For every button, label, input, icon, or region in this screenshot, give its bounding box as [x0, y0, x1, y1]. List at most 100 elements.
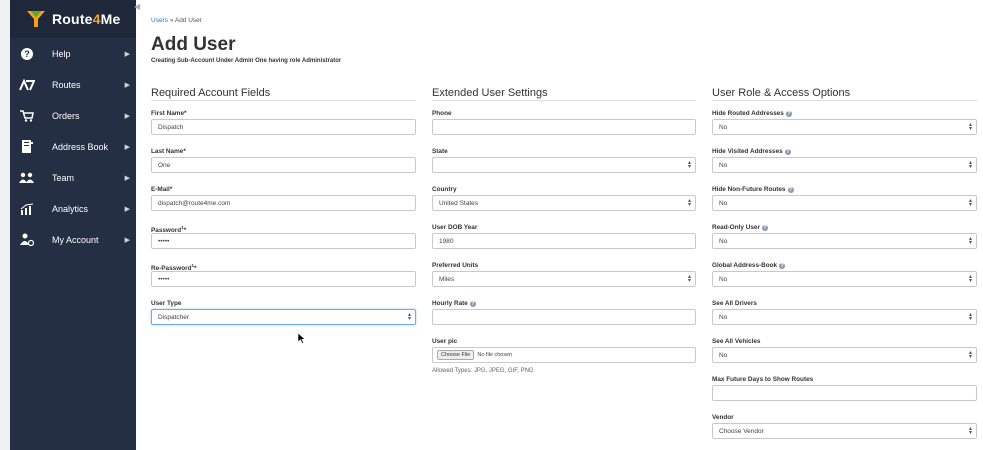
question-icon[interactable]: ?: [469, 301, 476, 307]
chevron-right-icon: ▶: [124, 50, 130, 58]
hide-routed-select[interactable]: No ▴ ▾: [712, 119, 977, 135]
dob-year-input[interactable]: 1980: [432, 233, 696, 249]
file-status: No file chosen: [477, 352, 513, 358]
password-field: Password1* •••••: [151, 223, 416, 261]
role-access-section: User Role & Access Options Hide Routed A…: [712, 87, 977, 450]
brand-name: Route4Me: [52, 11, 121, 27]
hourly-rate-input[interactable]: [432, 309, 696, 325]
hide-visited-select[interactable]: No ▴ ▾: [712, 157, 977, 173]
main-content: Users » Add User Add User Creating Sub-A…: [151, 0, 977, 439]
cart-icon: [16, 109, 38, 122]
user-pic-file-input[interactable]: Choose File No file chosen: [432, 347, 696, 363]
sidebar-item-label: My Account: [52, 234, 99, 245]
sidebar-item-help[interactable]: ? Help ▶: [10, 38, 136, 69]
last-name-input[interactable]: One: [151, 157, 416, 173]
sidebar-item-orders[interactable]: Orders ▶: [10, 100, 136, 131]
max-future-days-field: Max Future Days to Show Routes: [712, 375, 977, 413]
repassword-input[interactable]: •••••: [151, 271, 416, 287]
required-fields-section: Required Account Fields First Name* Disp…: [151, 87, 416, 337]
hide-nonfuture-select[interactable]: No ▴ ▾: [712, 195, 977, 211]
address-book-icon: [16, 140, 38, 153]
user-type-select[interactable]: Dispatcher ▴ ▾: [151, 309, 416, 325]
phone-input[interactable]: [432, 119, 696, 135]
question-icon[interactable]: ?: [787, 187, 794, 193]
up-down-arrow-icon: ▴ ▾: [687, 274, 691, 284]
breadcrumb-current: Add User: [174, 17, 202, 24]
breadcrumb: Users » Add User: [151, 17, 202, 24]
dob-year-field: User DOB Year 1980: [432, 223, 696, 261]
brand[interactable]: Route4Me: [10, 0, 136, 38]
analytics-icon: [16, 203, 38, 215]
user-pic-field: User pic Choose File No file chosen Allo…: [432, 337, 696, 375]
sidebar-item-analytics[interactable]: Analytics ▶: [10, 193, 136, 224]
sidebar-collapse-icon[interactable]: ◀: [134, 2, 140, 11]
question-icon[interactable]: ?: [779, 263, 786, 269]
question-icon[interactable]: ?: [761, 225, 768, 231]
up-down-arrow-icon: ▴ ▾: [968, 274, 972, 284]
phone-field: Phone: [432, 109, 696, 147]
global-address-book-select[interactable]: No ▴ ▾: [712, 271, 977, 287]
hourly-rate-field: Hourly Rate?: [432, 299, 696, 337]
max-future-days-input[interactable]: [712, 385, 977, 401]
see-all-vehicles-field: See All Vehicles No ▴ ▾: [712, 337, 977, 375]
allowed-types-text: Allowed Types: JPG, JPEG, GIF, PNG: [432, 368, 534, 374]
up-down-arrow-icon: ▴ ▾: [687, 160, 691, 170]
sidebar-item-my-account[interactable]: My Account ▶: [10, 224, 136, 255]
chevron-right-icon: ▶: [124, 112, 130, 120]
repassword-field: Re-Password1* •••••: [151, 261, 416, 299]
chevron-right-icon: ▶: [124, 236, 130, 244]
hide-nonfuture-field: Hide Non-Future Routes? No ▴ ▾: [712, 185, 977, 223]
vendor-select[interactable]: Choose Vendor ▴ ▾: [712, 423, 977, 439]
up-down-arrow-icon: ▴ ▾: [968, 426, 972, 436]
hide-visited-field: Hide Visited Addresses? No ▴ ▾: [712, 147, 977, 185]
up-down-arrow-icon: ▴ ▾: [687, 198, 691, 208]
up-down-arrow-icon: ▴ ▾: [968, 312, 972, 322]
password-input[interactable]: •••••: [151, 233, 416, 249]
user-type-field: User Type Dispatcher ▴ ▾: [151, 299, 416, 337]
extended-settings-section: Extended User Settings Phone State ▴ ▾ Co…: [432, 87, 696, 375]
first-name-input[interactable]: Dispatch: [151, 119, 416, 135]
section-title: Required Account Fields: [151, 87, 416, 101]
choose-file-button[interactable]: Choose File: [437, 350, 475, 360]
see-all-vehicles-select[interactable]: No ▴ ▾: [712, 347, 977, 363]
vendor-field: Vendor Choose Vendor ▴ ▾: [712, 413, 977, 450]
chevron-right-icon: ▶: [124, 205, 130, 213]
see-all-drivers-select[interactable]: No ▴ ▾: [712, 309, 977, 325]
global-address-book-field: Global Address-Book? No ▴ ▾: [712, 261, 977, 299]
first-name-field: First Name* Dispatch: [151, 109, 416, 147]
up-down-arrow-icon: ▴ ▾: [968, 198, 972, 208]
last-name-field: Last Name* One: [151, 147, 416, 185]
hide-routed-field: Hide Routed Addresses? No ▴ ▾: [712, 109, 977, 147]
see-all-drivers-field: See All Drivers No ▴ ▾: [712, 299, 977, 337]
chevron-right-icon: ▶: [124, 143, 130, 151]
email-input[interactable]: dispatch@route4me.com: [151, 195, 416, 211]
country-select[interactable]: United States ▴ ▾: [432, 195, 696, 211]
routes-icon: [16, 78, 38, 91]
preferred-units-select[interactable]: Miles ▴ ▾: [432, 271, 696, 287]
sidebar-item-address-book[interactable]: Address Book ▶: [10, 131, 136, 162]
sidebar-item-label: Team: [52, 172, 75, 183]
svg-text:?: ?: [24, 49, 30, 59]
readonly-field: Read-Only User? No ▴ ▾: [712, 223, 977, 261]
chevron-right-icon: ▶: [124, 81, 130, 89]
page-title: Add User: [151, 34, 236, 55]
sidebar: Route4Me ◀ ? Help ▶ Routes ▶ Orders ▶ Ad…: [10, 0, 140, 450]
sidebar-item-routes[interactable]: Routes ▶: [10, 69, 136, 100]
help-icon: ?: [16, 47, 38, 60]
section-title: User Role & Access Options: [712, 87, 977, 101]
team-icon: [16, 172, 38, 184]
readonly-select[interactable]: No ▴ ▾: [712, 233, 977, 249]
email-field: E-Mail* dispatch@route4me.com: [151, 185, 416, 223]
state-field: State ▴ ▾: [432, 147, 696, 185]
breadcrumb-users-link[interactable]: Users: [151, 17, 168, 24]
sidebar-item-label: Analytics: [52, 203, 89, 214]
state-select[interactable]: ▴ ▾: [432, 157, 696, 173]
section-title: Extended User Settings: [432, 87, 696, 101]
question-icon[interactable]: ?: [785, 111, 792, 117]
up-down-arrow-icon: ▴ ▾: [968, 122, 972, 132]
preferred-units-field: Preferred Units Miles ▴ ▾: [432, 261, 696, 299]
sidebar-item-team[interactable]: Team ▶: [10, 162, 136, 193]
question-icon[interactable]: ?: [784, 149, 791, 155]
up-down-arrow-icon: ▴ ▾: [968, 350, 972, 360]
up-down-arrow-icon: ▴ ▾: [968, 236, 972, 246]
